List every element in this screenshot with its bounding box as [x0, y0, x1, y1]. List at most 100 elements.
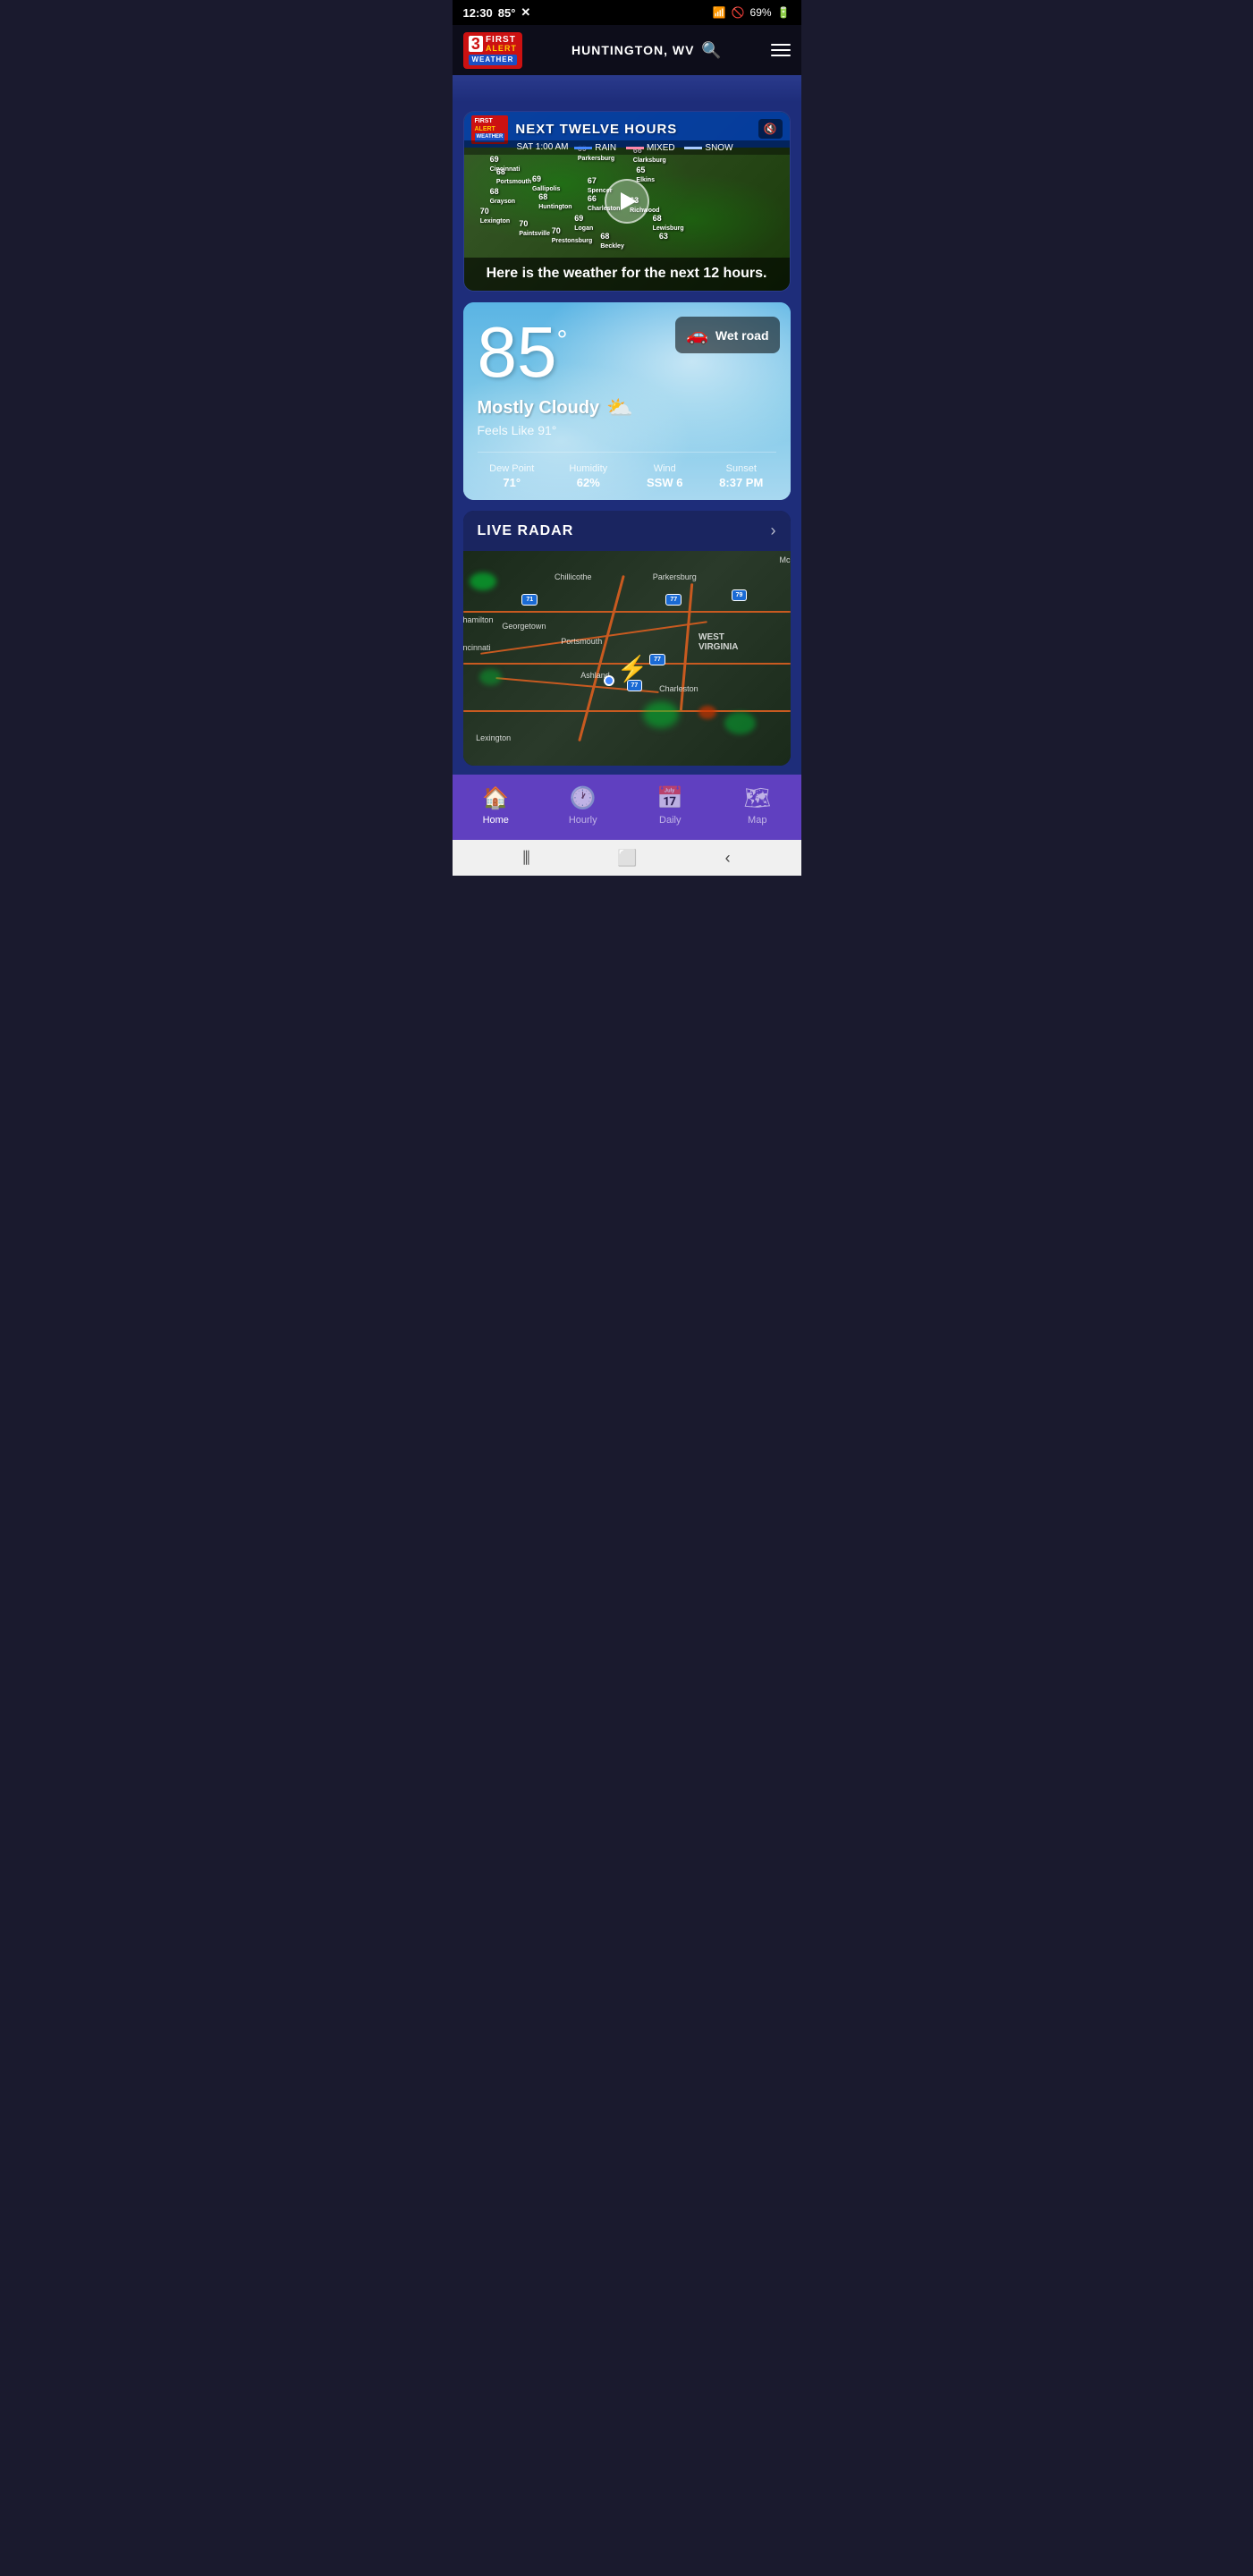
rain-color [574, 147, 592, 149]
main-content: 69Cincinnati 68Portsmouth 68Grayson 70Le… [453, 102, 801, 775]
android-recent-button[interactable]: ⫼ [522, 849, 529, 868]
nav-daily[interactable]: 📅 Daily [627, 782, 715, 829]
video-subtitle: SAT 1:00 AM RAIN MIXED SNOW [464, 140, 790, 155]
video-caption: Here is the weather for the next 12 hour… [464, 258, 790, 291]
temp-paintsville: 70Paintsville [519, 219, 550, 237]
wifi-icon: 📶 [713, 6, 726, 19]
logo-box: 3 FIRST ALERT WEATHER [463, 32, 523, 69]
feels-like-value: 91° [538, 423, 556, 437]
radar-blob-1 [470, 572, 496, 590]
wet-road-icon: 🚗 [686, 324, 708, 346]
temp-gallipolis: 69Gallipolis [532, 174, 561, 192]
location-display: HUNTINGTON, WV 🔍 [571, 41, 722, 60]
city-chillicothe: Chillicothe [555, 572, 592, 581]
city-parkersburg: Parkersburg [653, 572, 697, 581]
hourly-label: Hourly [569, 815, 597, 826]
nav-hourly[interactable]: 🕐 Hourly [539, 782, 627, 829]
status-temp: 85° [498, 6, 516, 20]
temp-beckley: 68Beckley [600, 232, 623, 250]
radar-blob-2 [643, 701, 679, 728]
logo-number: 3 [469, 36, 483, 52]
radar-header[interactable]: LIVE RADAR › [463, 511, 791, 551]
humidity-label: Humidity [554, 463, 623, 474]
wind-value: SSW 6 [631, 476, 700, 489]
legend-mixed: MIXED [626, 143, 675, 153]
degree-symbol: ° [556, 326, 567, 356]
stat-humidity: Humidity 62% [554, 463, 623, 489]
city-hamilton: hamilton [463, 615, 494, 624]
humidity-value: 62% [554, 476, 623, 489]
sunset-label: Sunset [707, 463, 776, 474]
feels-like-display: Feels Like 91° [478, 423, 776, 437]
interstate-77-north: 77 [665, 594, 682, 606]
video-title: NEXT TWELVE HOURS [515, 122, 677, 137]
radar-section[interactable]: LIVE RADAR › 71 77 79 77 [463, 511, 791, 766]
temp-lewisburg2: 63 [659, 232, 668, 241]
interstate-77-mid: 77 [649, 654, 665, 665]
temp-elkins: 65Elkins [636, 165, 655, 183]
nav-map[interactable]: 🗺 Map [714, 782, 801, 829]
logo-weather: WEATHER [469, 55, 518, 65]
temp-lewisburg: 68Lewisburg [653, 214, 684, 232]
stat-sunset: Sunset 8:37 PM [707, 463, 776, 489]
menu-line-2 [771, 49, 791, 51]
radar-map: 71 77 79 77 77 Chillicothe Parkersburg G… [463, 551, 791, 766]
battery-percent: 69% [750, 6, 772, 19]
wet-road-label: Wet road [715, 328, 769, 343]
wind-label: Wind [631, 463, 700, 474]
weather-stats: Dew Point 71° Humidity 62% Wind SSW 6 Su… [478, 452, 776, 489]
temperature-value: 85 [478, 317, 557, 388]
temp-huntington: 68Huntington [538, 192, 571, 210]
status-bar: 12:30 85° ✕ 📶 🚫 69% 🔋 [453, 0, 801, 25]
daily-label: Daily [659, 815, 681, 826]
city-cincinnati: ncinnati [463, 643, 491, 652]
nav-home[interactable]: 🏠 Home [453, 782, 540, 829]
legend-rain: RAIN [574, 143, 616, 153]
menu-line-3 [771, 55, 791, 56]
temp-lexington: 70Lexington [480, 207, 510, 225]
radar-blob-4 [479, 669, 502, 685]
city-mc: Mc [780, 555, 791, 564]
play-button[interactable] [605, 179, 649, 224]
condition-icon: ⛅ [606, 395, 633, 421]
bottom-nav: 🏠 Home 🕐 Hourly 📅 Daily 🗺 Map [453, 775, 801, 840]
video-card[interactable]: 69Cincinnati 68Portsmouth 68Grayson 70Le… [463, 111, 791, 292]
status-time: 12:30 [463, 6, 493, 20]
volume-button[interactable]: 🔇 [758, 119, 783, 139]
android-home-button[interactable]: ⬜ [617, 849, 637, 868]
stat-dew-point: Dew Point 71° [478, 463, 547, 489]
radar-title: LIVE RADAR [478, 523, 574, 539]
menu-button[interactable] [771, 44, 791, 56]
hourly-icon: 🕐 [570, 785, 597, 811]
location-text: HUNTINGTON, WV [571, 43, 694, 57]
wet-road-badge: 🚗 Wet road [675, 317, 780, 353]
status-x-icon: ✕ [521, 5, 530, 20]
legend-snow: SNOW [684, 143, 732, 153]
city-lexington: Lexington [476, 733, 511, 742]
daily-icon: 📅 [656, 785, 683, 811]
feels-like-label: Feels Like [478, 423, 535, 437]
radar-red-blob [698, 706, 716, 719]
dew-point-value: 71° [478, 476, 547, 489]
interstate-79: 79 [732, 589, 748, 601]
temp-grayson: 68Grayson [490, 187, 515, 205]
block-icon: 🚫 [732, 6, 745, 19]
home-icon: 🏠 [482, 785, 509, 811]
temp-portsmouth: 68Portsmouth [496, 167, 531, 185]
logo-container: 3 FIRST ALERT WEATHER [463, 32, 523, 69]
radar-location-dot [604, 675, 614, 686]
weather-content: 🚗 Wet road 85 ° Mostly Cloudy ⛅ Feels Li… [463, 302, 791, 500]
city-portsmouth: Portsmouth [561, 637, 602, 646]
app-header: 3 FIRST ALERT WEATHER HUNTINGTON, WV 🔍 [453, 25, 801, 75]
interstate-71: 71 [521, 594, 538, 606]
temp-prestonsburg: 70Prestonsburg [552, 226, 593, 244]
road-h1 [463, 611, 791, 613]
condition-row: Mostly Cloudy ⛅ [478, 395, 776, 421]
battery-icon: 🔋 [777, 6, 791, 19]
menu-line-1 [771, 44, 791, 46]
map-icon: 🗺 [744, 785, 771, 811]
logo-alert: ALERT [486, 45, 517, 53]
android-back-button[interactable]: ‹ [725, 849, 731, 868]
snow-color [684, 147, 702, 149]
search-button[interactable]: 🔍 [701, 41, 721, 60]
